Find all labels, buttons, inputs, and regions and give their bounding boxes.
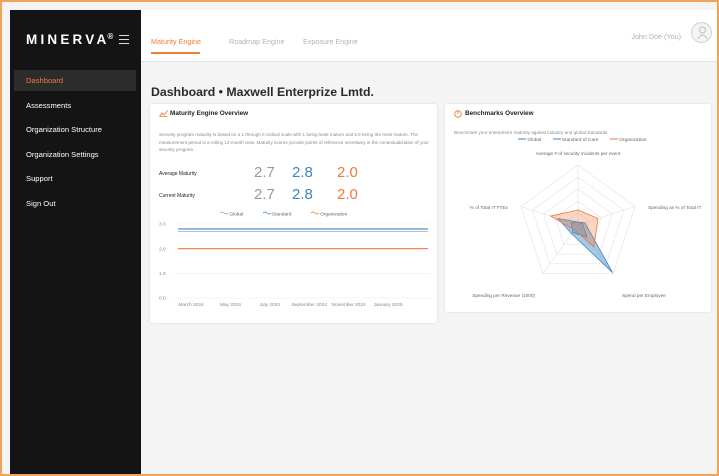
user-icon: [697, 26, 708, 40]
chart-icon: [159, 110, 168, 117]
legend-organization-benchmark: Organization: [619, 137, 647, 143]
sidebar-item-support[interactable]: Support: [14, 168, 136, 189]
sidebar-nav: Dashboard Assessments Organization Struc…: [14, 70, 136, 217]
benchmarks-radar-chart: Average # of security incidents per even…: [470, 151, 702, 298]
benchmarks-card-title: Benchmarks Overview: [465, 110, 534, 117]
menu-icon[interactable]: [119, 35, 129, 47]
radar-series-organization: [549, 209, 599, 248]
current-standard-value: 2.8: [292, 186, 313, 203]
legend-line-icon-standard-of-care: [552, 137, 561, 142]
pie-chart-icon: [454, 110, 462, 118]
legend-wave-icon-standard: [262, 211, 271, 217]
radar-axis-label: Spend per Employee: [622, 293, 666, 298]
maturity-engine-card: Maturity Engine Overview Security progra…: [150, 104, 437, 323]
sidebar-item-sign-out[interactable]: Sign Out: [14, 193, 136, 214]
avatar[interactable]: [691, 22, 712, 43]
legend-line-icon-global: [518, 137, 526, 142]
average-standard-value: 2.8: [292, 164, 313, 181]
x-tick-label: July 2024: [260, 302, 281, 308]
main-content: Dashboard • Maxwell Enterprize Lmtd. Mat…: [141, 62, 717, 474]
y-tick-label: 2.0: [159, 246, 166, 252]
sidebar: MINERVA® Dashboard Assessments Organizat…: [10, 10, 141, 474]
sidebar-item-organization-structure[interactable]: Organization Structure: [14, 119, 136, 140]
maturity-legend: Global Standard Organization: [219, 211, 348, 218]
maturity-line-chart: 0.0 1.0 2.0 3.0 March 2024 May 2024 July 2024 S…: [159, 222, 430, 308]
legend-global-benchmark: Global: [527, 137, 542, 143]
benchmarks-description: Benchmark your enterprise's maturity aga…: [454, 130, 609, 135]
benchmarks-card: Benchmarks Overview Benchmark your enter…: [445, 104, 711, 312]
tab-exposure-engine[interactable]: Exposure Engine: [303, 37, 358, 46]
average-maturity-label: Average Maturity: [159, 171, 197, 177]
logo[interactable]: MINERVA®: [26, 32, 117, 47]
legend-global: Global: [229, 212, 244, 218]
y-tick-label: 3.0: [159, 222, 166, 228]
y-tick-label: 1.0: [159, 271, 166, 277]
x-tick-label: September 2024: [291, 302, 327, 308]
average-global-value: 2.7: [254, 164, 275, 181]
page-title: Dashboard • Maxwell Enterprize Lmtd.: [151, 85, 374, 99]
y-tick-label: 0.0: [159, 296, 166, 302]
tab-maturity-engine[interactable]: Maturity Engine: [151, 37, 201, 46]
logo-text: MINERVA: [26, 32, 110, 47]
x-tick-label: November 2024: [332, 302, 366, 308]
legend-standard-of-care: Standard of Care: [561, 137, 599, 143]
average-organization-value: 2.0: [337, 164, 358, 181]
radar-axis-label: Average # of security incidents per even…: [536, 151, 621, 156]
top-bar: Maturity Engine Roadmap Engine Exposure …: [141, 10, 717, 62]
current-organization-value: 2.0: [337, 186, 358, 203]
benchmarks-legend: Global Standard of Care Organization: [518, 137, 646, 143]
current-maturity-label: Current Maturity: [159, 193, 195, 199]
logo-mark: ®: [107, 32, 117, 41]
sidebar-item-assessments[interactable]: Assessments: [14, 95, 136, 116]
radar-axis-label: Spending as % of Total IT: [648, 205, 701, 210]
legend-wave-icon-global: [219, 211, 229, 217]
legend-line-icon-organization-benchmark: [609, 137, 618, 142]
legend-wave-icon-organization: [310, 211, 320, 217]
radar-axis-label: Spending per Revenue (1000): [472, 293, 535, 298]
maturity-card-title: Maturity Engine Overview: [170, 110, 249, 117]
user-name[interactable]: John Doe (You): [631, 32, 681, 41]
x-tick-label: January 2025: [373, 302, 402, 308]
legend-standard: Standard: [271, 212, 292, 218]
maturity-description: Security program maturity is based on a …: [159, 132, 429, 153]
sidebar-item-organization-settings[interactable]: Organization Settings: [14, 144, 136, 165]
legend-organization: Organization: [320, 212, 348, 218]
x-tick-label: March 2024: [178, 302, 204, 308]
x-tick-label: May 2024: [220, 302, 241, 308]
app-frame: MINERVA® Dashboard Assessments Organizat…: [0, 0, 719, 476]
tab-roadmap-engine[interactable]: Roadmap Engine: [229, 37, 285, 46]
radar-axis-label: % of Total IT FTEs: [470, 205, 509, 210]
sidebar-item-dashboard[interactable]: Dashboard: [14, 70, 136, 91]
active-tab-indicator: [151, 52, 200, 54]
current-global-value: 2.7: [254, 186, 275, 203]
